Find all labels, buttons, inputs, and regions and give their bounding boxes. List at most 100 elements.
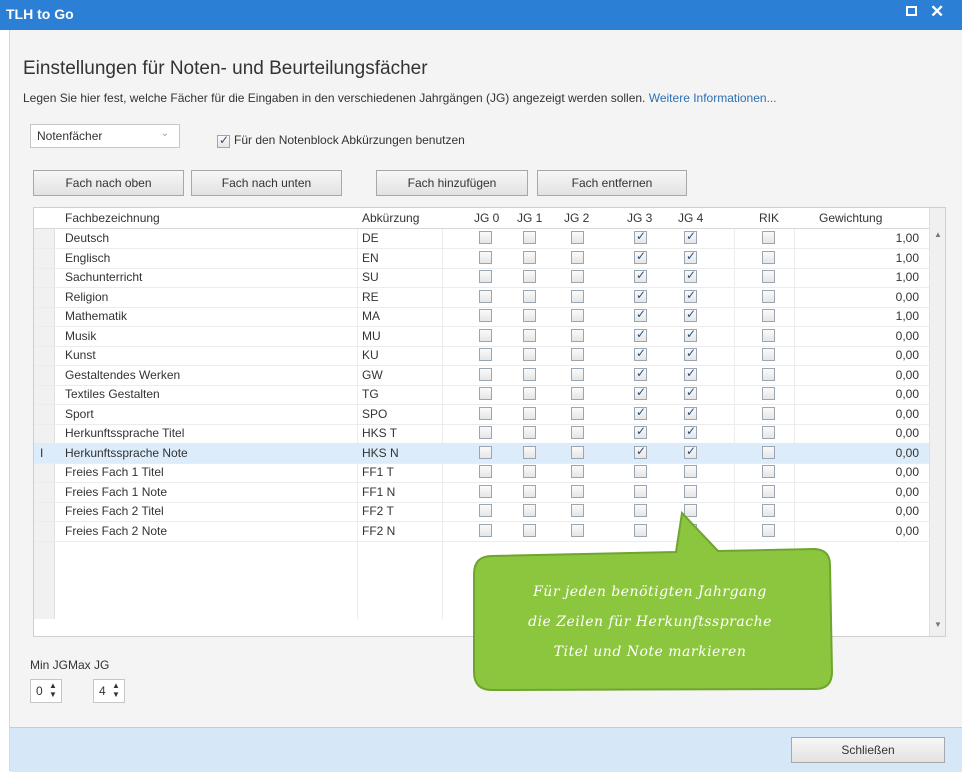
weight-cell[interactable]: 0,00 xyxy=(896,407,919,421)
weight-cell[interactable]: 0,00 xyxy=(896,368,919,382)
table-row[interactable]: Deutsch DE 1,00 xyxy=(34,228,929,249)
jg1-checkbox[interactable] xyxy=(523,289,536,303)
jg0-checkbox[interactable] xyxy=(479,270,492,283)
stepper-arrows-icon[interactable]: ▲ ▼ xyxy=(49,681,57,699)
weight-cell[interactable]: 1,00 xyxy=(896,231,919,245)
jg2-checkbox[interactable] xyxy=(571,445,584,459)
jg3-checkbox[interactable] xyxy=(634,366,647,381)
min-jg-stepper[interactable]: 0 ▲ ▼ xyxy=(30,679,62,703)
abbreviation-cell[interactable]: MU xyxy=(362,329,381,343)
subject-name-cell[interactable]: Freies Fach 2 Titel xyxy=(65,504,164,518)
abbreviation-cell[interactable]: SU xyxy=(362,270,379,284)
table-row[interactable]: Herkunftssprache Titel HKS T 0,00 xyxy=(34,423,929,444)
jg3-checkbox[interactable] xyxy=(634,465,647,478)
weight-cell[interactable]: 0,00 xyxy=(896,524,919,538)
table-row[interactable]: Mathematik MA 1,00 xyxy=(34,306,929,327)
abbreviation-cell[interactable]: HKS T xyxy=(362,426,397,440)
rik-checkbox[interactable] xyxy=(762,406,775,420)
abbreviation-cell[interactable]: DE xyxy=(362,231,379,245)
table-row[interactable]: Freies Fach 2 Note FF2 N 0,00 xyxy=(34,521,929,542)
jg2-checkbox[interactable] xyxy=(571,231,584,244)
jg4-checkbox[interactable] xyxy=(684,249,697,264)
subject-name-cell[interactable]: Musik xyxy=(65,329,96,343)
jg1-checkbox[interactable] xyxy=(523,250,536,264)
jg4-checkbox[interactable] xyxy=(684,523,697,537)
rik-checkbox[interactable] xyxy=(762,426,775,439)
subject-name-cell[interactable]: Sport xyxy=(65,407,94,421)
jg2-checkbox[interactable] xyxy=(571,426,584,439)
maximize-icon[interactable] xyxy=(906,6,917,16)
jg1-checkbox[interactable] xyxy=(523,523,536,537)
jg2-checkbox[interactable] xyxy=(571,289,584,303)
abbreviation-cell[interactable]: GW xyxy=(362,368,383,382)
jg1-checkbox[interactable] xyxy=(523,309,536,322)
weight-cell[interactable]: 1,00 xyxy=(896,251,919,265)
jg3-checkbox[interactable] xyxy=(634,484,647,498)
jg1-checkbox[interactable] xyxy=(523,465,536,478)
abbreviation-cell[interactable]: TG xyxy=(362,387,379,401)
subject-name-cell[interactable]: Kunst xyxy=(65,348,96,362)
jg4-checkbox[interactable] xyxy=(684,424,697,439)
jg0-checkbox[interactable] xyxy=(479,504,492,517)
jg2-checkbox[interactable] xyxy=(571,523,584,537)
jg0-checkbox[interactable] xyxy=(479,231,492,244)
jg4-checkbox[interactable] xyxy=(684,444,697,459)
jg4-checkbox[interactable] xyxy=(684,465,697,478)
jg2-checkbox[interactable] xyxy=(571,250,584,264)
jg2-checkbox[interactable] xyxy=(571,484,584,498)
abbreviation-cell[interactable]: FF2 N xyxy=(362,524,395,538)
subject-name-cell[interactable]: Freies Fach 1 Titel xyxy=(65,465,164,479)
jg3-checkbox[interactable] xyxy=(634,249,647,264)
header-rik[interactable]: RIK xyxy=(759,211,779,225)
subject-name-cell[interactable]: Mathematik xyxy=(65,309,127,323)
header-jg3[interactable]: JG 3 xyxy=(627,211,652,225)
rik-checkbox[interactable] xyxy=(762,504,775,517)
header-gewichtung[interactable]: Gewichtung xyxy=(819,211,882,225)
rik-checkbox[interactable] xyxy=(762,328,775,342)
jg3-checkbox[interactable] xyxy=(634,424,647,439)
jg3-checkbox[interactable] xyxy=(634,405,647,420)
jg4-checkbox[interactable] xyxy=(684,307,697,322)
max-jg-stepper[interactable]: 4 ▲ ▼ xyxy=(93,679,125,703)
jg4-checkbox[interactable] xyxy=(684,346,697,361)
weight-cell[interactable]: 1,00 xyxy=(896,270,919,284)
jg1-checkbox[interactable] xyxy=(523,426,536,439)
rik-checkbox[interactable] xyxy=(762,445,775,459)
rik-checkbox[interactable] xyxy=(762,289,775,303)
table-row[interactable]: Kunst KU 0,00 xyxy=(34,345,929,366)
abbreviation-cell[interactable]: FF2 T xyxy=(362,504,394,518)
abbreviation-cell[interactable]: SPO xyxy=(362,407,387,421)
table-row[interactable]: Sport SPO 0,00 xyxy=(34,404,929,425)
rik-checkbox[interactable] xyxy=(762,465,775,478)
weight-cell[interactable]: 0,00 xyxy=(896,446,919,460)
jg1-checkbox[interactable] xyxy=(523,445,536,459)
add-subject-button[interactable]: Fach hinzufügen xyxy=(376,170,528,196)
jg0-checkbox[interactable] xyxy=(479,465,492,478)
abbreviation-cell[interactable]: RE xyxy=(362,290,379,304)
jg3-checkbox[interactable] xyxy=(634,385,647,400)
jg0-checkbox[interactable] xyxy=(479,387,492,400)
jg3-checkbox[interactable] xyxy=(634,523,647,537)
weight-cell[interactable]: 0,00 xyxy=(896,426,919,440)
jg3-checkbox[interactable] xyxy=(634,504,647,517)
scroll-up-icon[interactable]: ▲ xyxy=(934,230,942,239)
jg2-checkbox[interactable] xyxy=(571,348,584,361)
abbreviation-cell[interactable]: KU xyxy=(362,348,379,362)
subject-name-cell[interactable]: Englisch xyxy=(65,251,110,265)
jg3-checkbox[interactable] xyxy=(634,346,647,361)
rik-checkbox[interactable] xyxy=(762,387,775,400)
close-button[interactable]: Schließen xyxy=(791,737,945,763)
jg1-checkbox[interactable] xyxy=(523,328,536,342)
subject-name-cell[interactable]: Herkunftssprache Note xyxy=(65,446,188,460)
subject-name-cell[interactable]: Religion xyxy=(65,290,108,304)
jg0-checkbox[interactable] xyxy=(479,523,492,537)
jg0-checkbox[interactable] xyxy=(479,445,492,459)
jg1-checkbox[interactable] xyxy=(523,406,536,420)
rik-checkbox[interactable] xyxy=(762,348,775,361)
abbreviation-cell[interactable]: MA xyxy=(362,309,380,323)
jg2-checkbox[interactable] xyxy=(571,504,584,517)
jg4-checkbox[interactable] xyxy=(684,268,697,283)
jg2-checkbox[interactable] xyxy=(571,465,584,478)
jg3-checkbox[interactable] xyxy=(634,268,647,283)
header-jg2[interactable]: JG 2 xyxy=(564,211,589,225)
